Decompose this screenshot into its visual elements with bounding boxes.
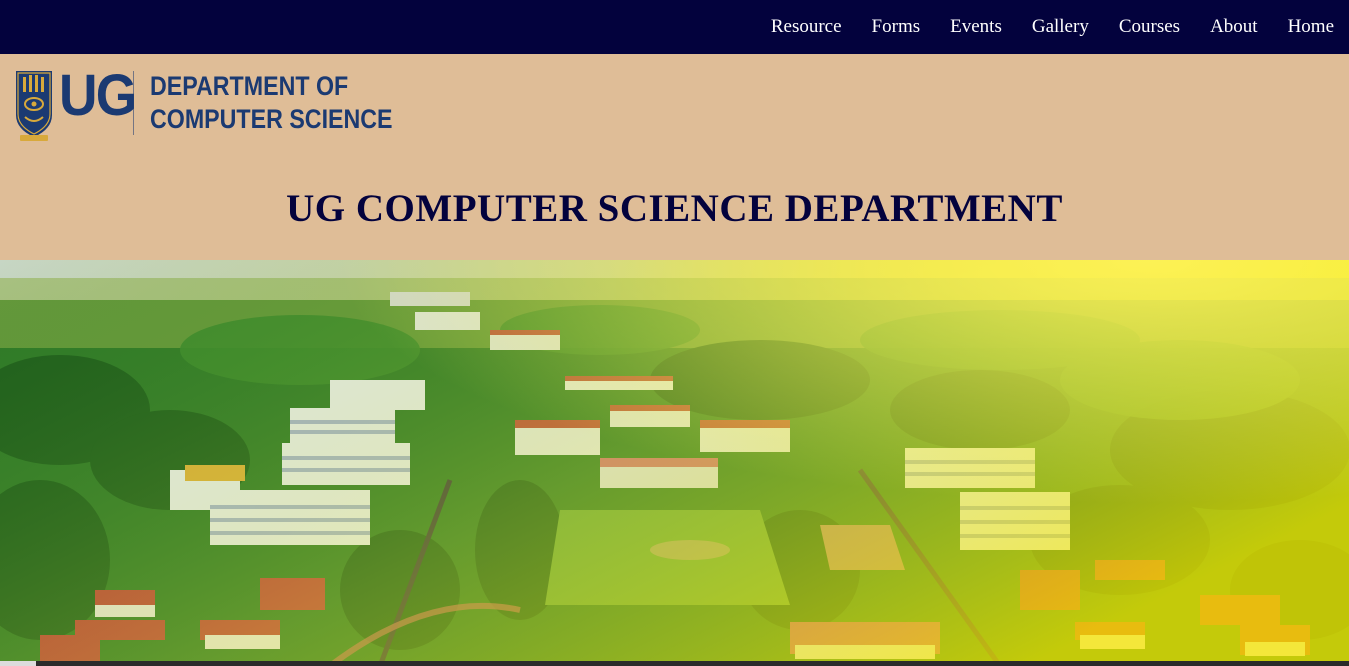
logo-line-1: DEPARTMENT OF xyxy=(150,71,349,101)
aerial-campus-illustration xyxy=(0,260,1349,666)
nav-item-about[interactable]: About xyxy=(1210,16,1258,38)
logo-line-2: COMPUTER SCIENCE xyxy=(150,104,393,134)
university-crest-icon xyxy=(16,71,52,141)
page-header: UG DEPARTMENT OF COMPUTER SCIENCE UG COM… xyxy=(0,54,1349,260)
logo-department-name: DEPARTMENT OF COMPUTER SCIENCE xyxy=(150,70,393,136)
nav-item-resource[interactable]: Resource xyxy=(771,16,842,38)
nav-item-gallery[interactable]: Gallery xyxy=(1032,16,1089,38)
nav-item-home[interactable]: Home xyxy=(1288,16,1334,38)
nav-item-events[interactable]: Events xyxy=(950,16,1002,38)
department-logo[interactable]: UG DEPARTMENT OF COMPUTER SCIENCE xyxy=(14,63,393,143)
page-title: UG COMPUTER SCIENCE DEPARTMENT xyxy=(286,187,1063,230)
nav-item-forms[interactable]: Forms xyxy=(872,16,921,38)
bottom-strip xyxy=(36,661,1349,666)
top-navigation-bar: Resource Forms Events Gallery Courses Ab… xyxy=(0,0,1349,54)
logo-abbreviation: UG xyxy=(59,63,137,128)
hero-campus-image xyxy=(0,260,1349,666)
logo-divider xyxy=(133,71,134,135)
nav-menu: Resource Forms Events Gallery Courses Ab… xyxy=(741,0,1334,54)
bottom-strip-left xyxy=(0,661,36,666)
nav-item-courses[interactable]: Courses xyxy=(1119,16,1180,38)
